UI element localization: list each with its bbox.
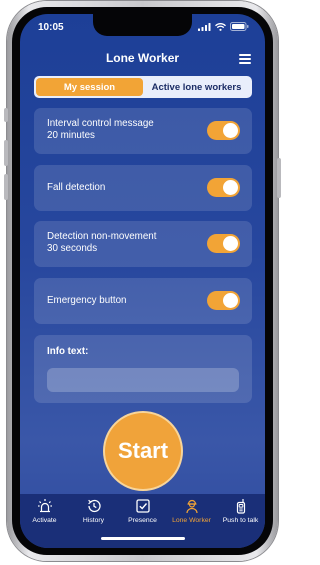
tab-history-label: History (82, 517, 105, 524)
signal-icon (198, 22, 211, 31)
camera-notch (93, 14, 192, 36)
emergency-button-card: Emergency button (34, 278, 252, 324)
volume-down-button (4, 174, 8, 200)
home-indicator (101, 537, 185, 540)
info-text-label: Info text: (47, 346, 89, 357)
alarm-light-icon (37, 499, 52, 513)
interval-control-text: Interval control message 20 minutes (47, 118, 154, 142)
interval-control-label: Interval control message (47, 118, 154, 129)
power-button (277, 158, 281, 198)
app-header: Lone Worker (20, 48, 265, 70)
bottom-tab-bar: Activate History Presence Lone Worker Pu… (20, 494, 265, 548)
worker-icon (185, 499, 198, 514)
battery-icon (230, 22, 249, 31)
tab-lone-worker-label: Lone Worker (172, 517, 211, 524)
non-movement-label: Detection non-movement (47, 231, 157, 242)
tab-active-lone-workers[interactable]: Active lone workers (143, 78, 250, 96)
fall-detection-toggle[interactable] (207, 178, 240, 197)
fall-detection-label: Fall detection (47, 182, 106, 193)
info-text-card: Info text: (34, 335, 252, 403)
interval-control-card: Interval control message 20 minutes (34, 108, 252, 154)
emergency-button-label: Emergency button (47, 295, 127, 306)
tab-activate[interactable]: Activate (20, 498, 69, 532)
interval-control-toggle[interactable] (207, 121, 240, 140)
history-clock-icon (87, 499, 101, 513)
silent-switch (4, 108, 8, 122)
tab-history[interactable]: History (69, 498, 118, 532)
tab-presence-label: Presence (128, 517, 157, 524)
page-title: Lone Worker (105, 51, 180, 65)
interval-control-value: 20 minutes (47, 130, 95, 141)
tab-presence[interactable]: Presence (118, 498, 167, 532)
status-icons (198, 22, 249, 31)
toggle-knob (223, 293, 238, 308)
walkie-talkie-icon (236, 499, 245, 514)
toggle-knob (223, 123, 238, 138)
tab-activate-label: Activate (32, 517, 57, 524)
toggle-knob (223, 180, 238, 195)
toggle-knob (223, 236, 238, 251)
non-movement-value: 30 seconds (47, 243, 98, 254)
tab-push-to-talk[interactable]: Push to talk (216, 498, 265, 532)
volume-up-button (4, 140, 8, 166)
tab-my-session[interactable]: My session (36, 78, 143, 96)
non-movement-card: Detection non-movement 30 seconds (34, 221, 252, 267)
emergency-button-toggle[interactable] (207, 291, 240, 310)
non-movement-text: Detection non-movement 30 seconds (47, 231, 156, 255)
status-time: 10:05 (38, 22, 64, 33)
hamburger-menu-icon[interactable] (239, 54, 251, 64)
start-button[interactable]: Start (105, 413, 181, 489)
wifi-icon (215, 22, 226, 31)
info-text-input[interactable] (47, 368, 239, 392)
fall-detection-card: Fall detection (34, 165, 252, 211)
non-movement-toggle[interactable] (207, 234, 240, 253)
tab-push-to-talk-label: Push to talk (222, 517, 259, 524)
tab-lone-worker[interactable]: Lone Worker (167, 498, 216, 532)
checkbox-icon (135, 499, 150, 513)
app-screen: 10:05 Lone Worker My session Active lone… (20, 14, 265, 548)
session-segmented-control: My session Active lone workers (34, 76, 252, 98)
